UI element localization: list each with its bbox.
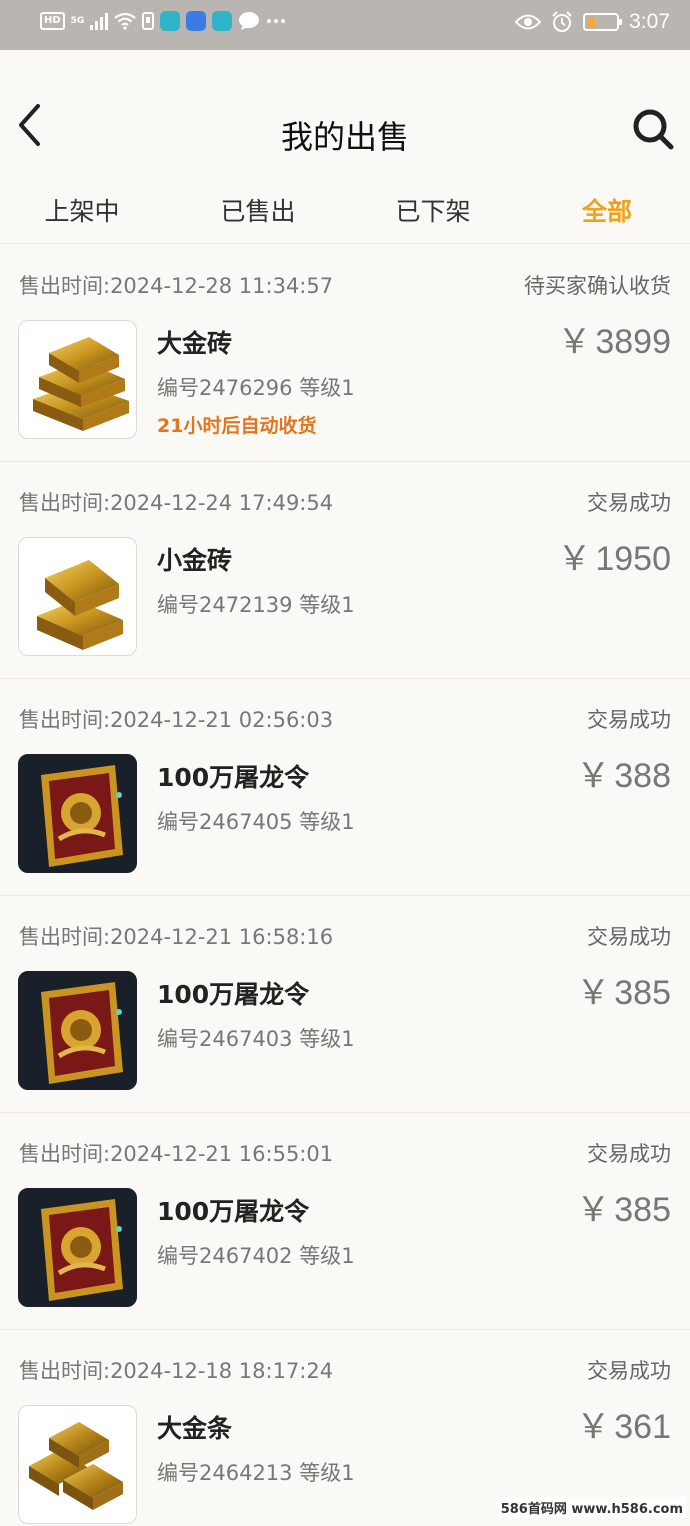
order-row[interactable]: 售出时间:2024-12-21 16:55:01 交易成功 100万屠龙令 编号… xyxy=(0,1114,690,1330)
item-price: ￥ 3899 xyxy=(557,314,671,363)
item-thumbnail xyxy=(18,537,137,656)
item-thumbnail xyxy=(18,971,137,1090)
sold-time: 售出时间:2024-12-21 16:58:16 xyxy=(19,925,334,949)
battery-icon xyxy=(583,13,623,31)
hd-indicator: HD xyxy=(40,12,65,30)
currency-symbol: ￥ xyxy=(557,323,592,361)
item-thumbnail xyxy=(18,320,137,439)
message-icon xyxy=(239,12,260,30)
order-row[interactable]: 售出时间:2024-12-28 11:34:57 待买家确认收货 大金砖 编号2… xyxy=(0,246,690,462)
status-bar: HD 5G 3:07 xyxy=(0,0,690,50)
price-value: 388 xyxy=(614,757,671,795)
wifi-icon xyxy=(114,12,137,30)
item-meta: 编号2472139 等级1 xyxy=(157,593,355,617)
sold-time: 售出时间:2024-12-21 16:55:01 xyxy=(19,1142,334,1166)
item-name: 大金砖 xyxy=(157,329,233,358)
tab-listed[interactable]: 上架中 xyxy=(2,192,162,228)
price-value: 385 xyxy=(614,974,671,1012)
store-app-icon xyxy=(186,11,207,31)
item-price: ￥ 385 xyxy=(576,1182,671,1231)
auto-receive-note: 21小时后自动收货 xyxy=(157,415,317,437)
tab-delisted[interactable]: 已下架 xyxy=(353,192,513,228)
order-row[interactable]: 售出时间:2024-12-24 17:49:54 交易成功 小金砖 编号2472… xyxy=(0,463,690,679)
item-price: ￥ 388 xyxy=(576,748,671,797)
item-meta: 编号2467403 等级1 xyxy=(157,1027,355,1051)
price-value: 1950 xyxy=(595,540,671,578)
order-status: 交易成功 xyxy=(587,1142,671,1166)
currency-symbol: ￥ xyxy=(557,540,592,578)
status-bar-right: 3:07 xyxy=(515,10,670,34)
item-name: 100万屠龙令 xyxy=(157,763,310,792)
item-meta: 编号2467405 等级1 xyxy=(157,810,355,834)
item-meta: 编号2476296 等级1 xyxy=(157,376,355,400)
item-name: 大金条 xyxy=(157,1414,233,1443)
search-icon xyxy=(633,109,674,150)
nav-header: 我的出售 xyxy=(0,50,690,178)
search-button[interactable] xyxy=(630,106,676,152)
sold-time: 售出时间:2024-12-18 18:17:24 xyxy=(19,1359,334,1383)
sold-time: 售出时间:2024-12-24 17:49:54 xyxy=(19,491,334,515)
item-thumbnail xyxy=(18,1188,137,1307)
signal-icon xyxy=(90,12,109,30)
item-price: ￥ 385 xyxy=(576,965,671,1014)
item-price: ￥ 1950 xyxy=(557,531,671,580)
price-value: 361 xyxy=(614,1408,671,1446)
order-status: 待买家确认收货 xyxy=(524,274,671,298)
sim-icon xyxy=(142,12,155,30)
order-row[interactable]: 售出时间:2024-12-21 02:56:03 交易成功 100万屠龙令 编号… xyxy=(0,680,690,896)
item-meta: 编号2467402 等级1 xyxy=(157,1244,355,1268)
dragon-token-icon xyxy=(19,972,136,1089)
item-meta: 编号2464213 等级1 xyxy=(157,1461,355,1485)
reader-app-icon-2 xyxy=(212,11,233,31)
order-status: 交易成功 xyxy=(587,491,671,515)
order-status: 交易成功 xyxy=(587,708,671,732)
gold-brick-small-icon xyxy=(37,560,123,650)
price-value: 3899 xyxy=(595,323,671,361)
sold-time: 售出时间:2024-12-28 11:34:57 xyxy=(19,274,334,298)
dragon-token-icon xyxy=(19,1189,136,1306)
item-thumbnail xyxy=(18,1405,137,1524)
item-name: 100万屠龙令 xyxy=(157,1197,310,1226)
tab-all[interactable]: 全部 xyxy=(527,192,687,228)
eye-icon xyxy=(515,14,542,30)
sold-time: 售出时间:2024-12-21 02:56:03 xyxy=(19,708,334,732)
currency-symbol: ￥ xyxy=(576,1191,611,1229)
more-notifications-icon xyxy=(267,19,286,23)
order-row[interactable]: 售出时间:2024-12-21 16:58:16 交易成功 100万屠龙令 编号… xyxy=(0,897,690,1113)
currency-symbol: ￥ xyxy=(576,974,611,1012)
order-status: 交易成功 xyxy=(587,1359,671,1383)
filter-tabs: 上架中 已售出 已下架 全部 xyxy=(0,178,690,244)
item-name: 100万屠龙令 xyxy=(157,980,310,1009)
item-thumbnail xyxy=(18,754,137,873)
item-name: 小金砖 xyxy=(157,546,233,575)
currency-symbol: ￥ xyxy=(576,1408,611,1446)
currency-symbol: ￥ xyxy=(576,757,611,795)
item-price: ￥ 361 xyxy=(576,1399,671,1448)
network-type: 5G xyxy=(70,16,85,26)
page-title: 我的出售 xyxy=(280,118,409,156)
status-bar-left: HD 5G xyxy=(40,11,286,31)
gold-brick-large-icon xyxy=(33,337,129,431)
dragon-token-icon xyxy=(19,755,136,872)
site-watermark: 586首码网 www.h586.com xyxy=(497,1497,686,1518)
gold-bar-icon xyxy=(29,1422,123,1510)
alarm-icon xyxy=(552,11,572,32)
order-status: 交易成功 xyxy=(587,925,671,949)
clock: 3:07 xyxy=(629,10,670,33)
tab-sold[interactable]: 已售出 xyxy=(178,192,338,228)
price-value: 385 xyxy=(614,1191,671,1229)
reader-app-icon xyxy=(160,11,181,31)
